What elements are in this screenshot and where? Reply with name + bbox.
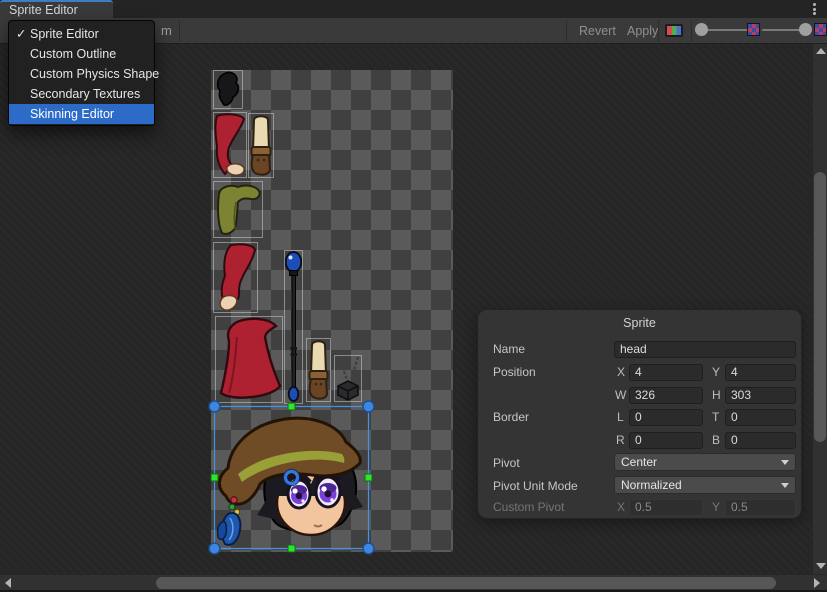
robe-art	[216, 317, 282, 402]
menu-item-custom-physics-shape[interactable]: Custom Physics Shape	[9, 64, 154, 84]
staff-art	[285, 251, 302, 403]
name-label: Name	[493, 341, 525, 358]
toolbar-divider	[179, 20, 180, 42]
pendant-art	[335, 356, 361, 401]
sprite-rect-robe[interactable]	[215, 316, 283, 403]
scroll-left-icon[interactable]	[5, 578, 11, 588]
x-label: X	[617, 364, 629, 381]
rgb-alpha-toggle-icon[interactable]	[665, 24, 683, 37]
mip-slider-track[interactable]	[762, 29, 802, 31]
edge-handles	[211, 403, 372, 552]
vertical-scrollbar[interactable]	[812, 44, 827, 574]
tab-sprite-editor[interactable]: Sprite Editor	[0, 0, 113, 18]
clipped-trim-button[interactable]: m	[161, 23, 172, 38]
position-y-input[interactable]: 4	[725, 364, 796, 381]
arm-upper-art	[214, 113, 246, 177]
position-x-input[interactable]: 4	[629, 364, 703, 381]
mip-slider-handle[interactable]	[799, 23, 812, 36]
hair-tuft-art	[214, 71, 242, 108]
title-bar: Sprite Editor	[0, 0, 827, 18]
sprite-rect-arm-upper[interactable]	[213, 112, 247, 178]
toolbar-divider	[691, 20, 692, 42]
panel-title: Sprite	[478, 316, 801, 330]
mip-low-icon	[747, 23, 760, 36]
sprite-editor-mode-menu: ✓ Sprite Editor Custom Outline Custom Ph…	[8, 20, 155, 126]
tab-label: Sprite Editor	[9, 3, 78, 17]
b-label: B	[712, 432, 724, 449]
sprite-rect-arm-sleeve[interactable]	[213, 242, 258, 313]
border-b-input[interactable]: 0	[725, 432, 796, 449]
name-input[interactable]: head	[614, 341, 796, 358]
sprite-rect-boot-left[interactable]	[306, 338, 331, 402]
menu-item-secondary-textures[interactable]: Secondary Textures	[9, 84, 154, 104]
border-t-input[interactable]: 0	[725, 409, 796, 426]
pivot-unit-mode-select[interactable]: Normalized	[614, 476, 796, 494]
chevron-down-icon	[781, 460, 789, 465]
custom-pivot-label: Custom Pivot	[493, 499, 564, 516]
custom-pivot-y-input: 0.5	[725, 499, 796, 516]
l-label: L	[617, 409, 629, 426]
apply-button[interactable]: Apply	[615, 18, 670, 44]
custom-pivot-x-label: X	[617, 499, 629, 516]
boot-right-art	[249, 114, 273, 177]
chevron-down-icon	[781, 483, 789, 488]
menu-item-skinning-editor[interactable]: Skinning Editor	[9, 104, 154, 124]
sprite-rect-scarf[interactable]	[213, 181, 263, 238]
scroll-down-icon[interactable]	[816, 563, 826, 569]
menu-item-custom-outline[interactable]: Custom Outline	[9, 44, 154, 64]
border-l-input[interactable]: 0	[629, 409, 703, 426]
sprite-rect-hair-tuft[interactable]	[213, 70, 243, 109]
pivot-select[interactable]: Center	[614, 453, 796, 471]
h-label: H	[712, 387, 724, 404]
pivot-label: Pivot	[493, 455, 520, 472]
position-label: Position	[493, 364, 536, 381]
border-r-input[interactable]: 0	[629, 432, 703, 449]
position-h-input[interactable]: 303	[725, 387, 796, 404]
y-label: Y	[712, 364, 724, 381]
custom-pivot-y-label: Y	[712, 499, 724, 516]
window-menu-icon[interactable]	[808, 2, 820, 16]
sprite-selection-overlay[interactable]	[205, 397, 377, 557]
horizontal-scrollbar-thumb[interactable]	[156, 577, 776, 589]
w-label: W	[615, 387, 627, 404]
sprite-inspector-panel: Sprite Name head Position X 4 Y 4 W 326 …	[477, 309, 802, 519]
border-label: Border	[493, 409, 529, 426]
sprite-editor-window: Sprite Editor m Revert Apply	[0, 0, 827, 592]
zoom-slider-track[interactable]	[703, 29, 748, 31]
pivot-unit-mode-label: Pivot Unit Mode	[493, 478, 578, 495]
sprite-rect-boot-right[interactable]	[248, 113, 274, 178]
corner-handles	[209, 401, 374, 554]
horizontal-scrollbar[interactable]	[0, 574, 827, 590]
scroll-right-icon[interactable]	[814, 578, 820, 588]
checkmark-icon: ✓	[16, 24, 28, 44]
scroll-up-icon[interactable]	[816, 48, 826, 54]
sprite-rect-pendant[interactable]	[334, 355, 362, 402]
menu-item-sprite-editor[interactable]: ✓ Sprite Editor	[9, 24, 154, 44]
boot-left-art	[307, 339, 330, 401]
mip-high-icon	[814, 23, 827, 36]
zoom-slider-handle[interactable]	[695, 23, 708, 36]
t-label: T	[712, 409, 724, 426]
sprite-rect-staff[interactable]	[284, 250, 303, 404]
toolbar-divider	[658, 20, 659, 42]
vertical-scrollbar-thumb[interactable]	[814, 172, 826, 442]
position-w-input[interactable]: 326	[629, 387, 703, 404]
custom-pivot-x-input: 0.5	[629, 499, 703, 516]
r-label: R	[616, 432, 628, 449]
scarf-art	[214, 182, 262, 237]
arm-sleeve-art	[214, 243, 257, 312]
